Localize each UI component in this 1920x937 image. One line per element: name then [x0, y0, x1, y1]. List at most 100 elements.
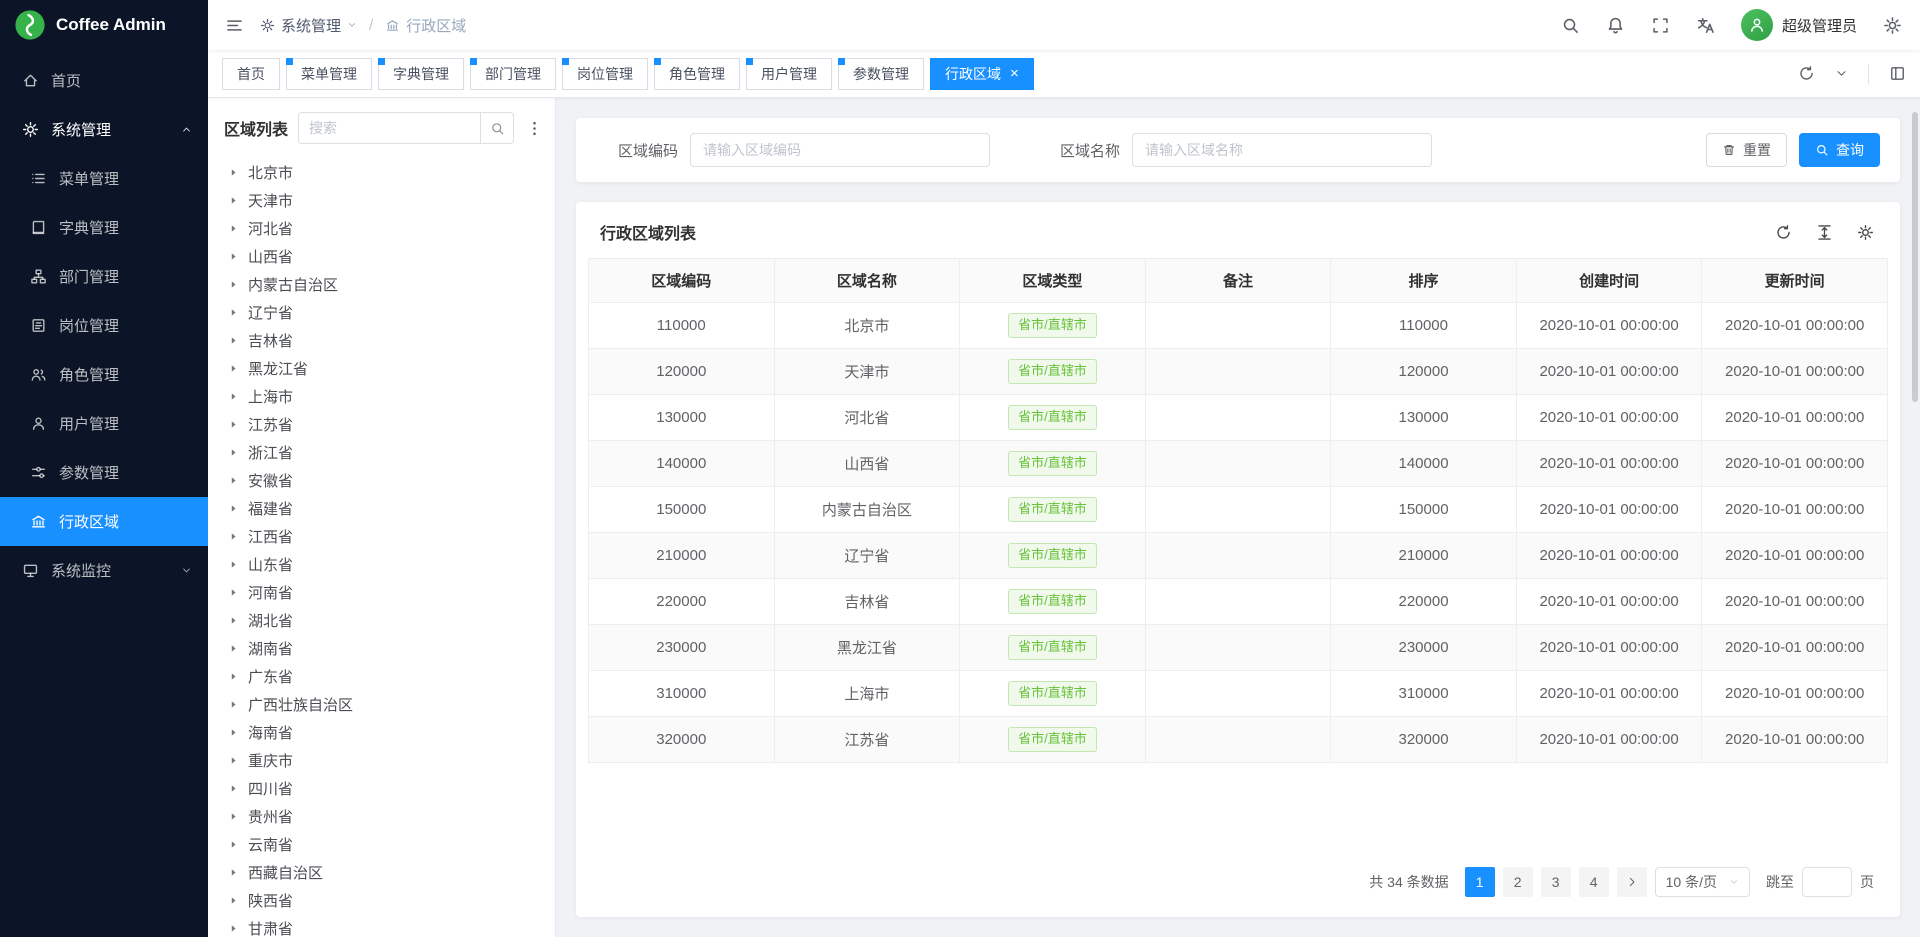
page-scrollbar[interactable] [1912, 100, 1918, 935]
tree-item[interactable]: 湖南省 [224, 634, 545, 662]
breadcrumb-system[interactable]: 系统管理 [260, 15, 357, 36]
tree-item-label: 黑龙江省 [248, 358, 308, 379]
tab-item[interactable]: 用户管理 [746, 58, 832, 90]
search-icon[interactable] [1561, 16, 1580, 35]
tab-item[interactable]: 行政区域× [930, 58, 1034, 90]
tree-item[interactable]: 内蒙古自治区 [224, 270, 545, 298]
tree-item[interactable]: 山东省 [224, 550, 545, 578]
breadcrumb-label: 行政区域 [406, 15, 466, 36]
breadcrumb: 系统管理 / 行政区域 [260, 15, 466, 36]
page-button[interactable]: 3 [1541, 867, 1571, 897]
column-header: 更新时间 [1702, 259, 1888, 303]
region-name-input[interactable] [1132, 133, 1432, 167]
position-icon [30, 317, 47, 334]
tree-search-button[interactable] [480, 112, 514, 144]
tree-item[interactable]: 河北省 [224, 214, 545, 242]
tree-item[interactable]: 江西省 [224, 522, 545, 550]
sidebar-collapse-icon[interactable] [208, 0, 260, 50]
caret-right-icon [228, 363, 239, 374]
tree-item[interactable]: 云南省 [224, 830, 545, 858]
next-page-button[interactable] [1617, 867, 1647, 897]
tree-item[interactable]: 吉林省 [224, 326, 545, 354]
tree-search-input[interactable] [298, 112, 480, 144]
tab-item[interactable]: 首页 [222, 58, 280, 90]
user-menu[interactable]: 超级管理员 [1741, 9, 1857, 41]
tab-item[interactable]: 菜单管理 [286, 58, 372, 90]
tab-label: 菜单管理 [301, 64, 357, 84]
tree-item[interactable]: 山西省 [224, 242, 545, 270]
trash-icon [1722, 143, 1736, 157]
region-code-input[interactable] [690, 133, 990, 167]
cell-region-type: 省市/直辖市 [960, 441, 1146, 487]
pagination-pages: 1234 [1465, 867, 1609, 897]
language-icon[interactable] [1696, 16, 1715, 35]
monitor-icon [22, 562, 39, 579]
reset-button[interactable]: 重置 [1706, 133, 1787, 167]
tree-item[interactable]: 上海市 [224, 382, 545, 410]
cell-region-type: 省市/直辖市 [960, 625, 1146, 671]
settings-gear-icon[interactable] [1883, 16, 1902, 35]
tree-item[interactable]: 海南省 [224, 718, 545, 746]
jump-page-input[interactable] [1802, 867, 1852, 897]
tree-item[interactable]: 江苏省 [224, 410, 545, 438]
notification-bell-icon[interactable] [1606, 16, 1625, 35]
tree-item[interactable]: 重庆市 [224, 746, 545, 774]
table-settings-icon[interactable] [1857, 224, 1874, 241]
tree-item[interactable]: 湖北省 [224, 606, 545, 634]
page-size-select[interactable]: 10 条/页 [1655, 867, 1750, 897]
sidebar-item-home[interactable]: 首页 [0, 56, 208, 105]
tree-item[interactable]: 四川省 [224, 774, 545, 802]
sidebar-subitem[interactable]: 部门管理 [0, 252, 208, 301]
tab-item[interactable]: 角色管理 [654, 58, 740, 90]
sidebar-subitem[interactable]: 角色管理 [0, 350, 208, 399]
tree-item[interactable]: 陕西省 [224, 886, 545, 914]
content-layout-icon[interactable] [1889, 65, 1906, 82]
tree-item[interactable]: 浙江省 [224, 438, 545, 466]
tree-item[interactable]: 北京市 [224, 158, 545, 186]
caret-right-icon [228, 335, 239, 346]
sidebar-subitem[interactable]: 用户管理 [0, 399, 208, 448]
tree-item[interactable]: 天津市 [224, 186, 545, 214]
query-button[interactable]: 查询 [1799, 133, 1880, 167]
tree-item[interactable]: 广东省 [224, 662, 545, 690]
tree-item[interactable]: 广西壮族自治区 [224, 690, 545, 718]
breadcrumb-separator: / [369, 17, 373, 34]
tree-item[interactable]: 安徽省 [224, 466, 545, 494]
scrollbar-thumb[interactable] [1912, 112, 1918, 402]
tree-item[interactable]: 河南省 [224, 578, 545, 606]
tab-item[interactable]: 岗位管理 [562, 58, 648, 90]
table-refresh-icon[interactable] [1775, 224, 1792, 241]
fullscreen-icon[interactable] [1651, 16, 1670, 35]
tree-item[interactable]: 黑龙江省 [224, 354, 545, 382]
page-button[interactable]: 2 [1503, 867, 1533, 897]
column-height-icon[interactable] [1816, 224, 1833, 241]
page-button[interactable]: 1 [1465, 867, 1495, 897]
cell-region-name: 内蒙古自治区 [774, 487, 960, 533]
tree-item[interactable]: 贵州省 [224, 802, 545, 830]
tree-item[interactable]: 甘肃省 [224, 914, 545, 937]
sidebar-item-system[interactable]: 系统管理 [0, 105, 208, 154]
tree-item[interactable]: 福建省 [224, 494, 545, 522]
sidebar-subitem[interactable]: 行政区域 [0, 497, 208, 546]
app-logo[interactable]: Coffee Admin [0, 0, 208, 50]
table-row: 220000吉林省省市/直辖市2200002020-10-01 00:00:00… [589, 579, 1888, 625]
sidebar-subitem[interactable]: 参数管理 [0, 448, 208, 497]
tab-close-icon[interactable]: × [1010, 66, 1019, 81]
tree-item[interactable]: 西藏自治区 [224, 858, 545, 886]
cell-region-code: 320000 [589, 717, 775, 763]
tab-item[interactable]: 参数管理 [838, 58, 924, 90]
sidebar-subitem[interactable]: 菜单管理 [0, 154, 208, 203]
tab-item[interactable]: 字典管理 [378, 58, 464, 90]
tab-actions-chevron-icon[interactable] [1835, 67, 1848, 80]
region-type-badge: 省市/直辖市 [1008, 359, 1097, 384]
refresh-tabs-icon[interactable] [1798, 65, 1815, 82]
cell-region-name: 河北省 [774, 395, 960, 441]
sidebar-subitem[interactable]: 岗位管理 [0, 301, 208, 350]
page-button[interactable]: 4 [1579, 867, 1609, 897]
more-options-icon[interactable] [524, 120, 545, 137]
tree-item[interactable]: 辽宁省 [224, 298, 545, 326]
column-header: 备注 [1145, 259, 1331, 303]
sidebar-item-monitor[interactable]: 系统监控 [0, 546, 208, 595]
sidebar-subitem[interactable]: 字典管理 [0, 203, 208, 252]
tab-item[interactable]: 部门管理 [470, 58, 556, 90]
